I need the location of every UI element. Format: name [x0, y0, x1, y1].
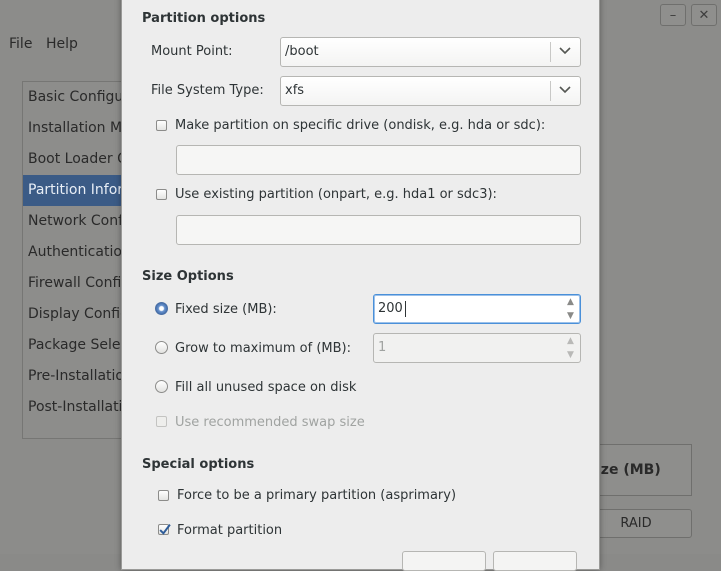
- close-button[interactable]: ✕: [691, 4, 717, 26]
- close-icon: ✕: [698, 7, 710, 23]
- partition-options-dialog: Partition options Mount Point: /boot Fil…: [121, 0, 600, 571]
- mount-point-combo[interactable]: /boot: [280, 37, 581, 67]
- recommended-swap-checkbox[interactable]: [156, 416, 167, 427]
- spin-up-icon[interactable]: ▲: [567, 337, 574, 346]
- spin-down-icon[interactable]: ▼: [567, 351, 574, 360]
- ondisk-field[interactable]: [176, 145, 581, 175]
- fs-type-combo[interactable]: xfs: [280, 76, 581, 106]
- spin-arrows[interactable]: ▲ ▼: [564, 295, 580, 323]
- mount-point-value: /boot: [285, 44, 319, 59]
- grow-value: 1: [378, 340, 387, 355]
- text-caret: [405, 301, 406, 317]
- format-partition-checkbox[interactable]: [158, 524, 171, 535]
- spin-down-icon[interactable]: ▼: [567, 312, 574, 321]
- chevron-down-icon: [559, 47, 571, 55]
- menu-help[interactable]: Help: [46, 36, 78, 52]
- fill-disk-label: Fill all unused space on disk: [175, 380, 357, 395]
- asprimary-label: Force to be a primary partition (asprima…: [177, 488, 457, 503]
- minimize-icon: –: [669, 7, 677, 23]
- mount-point-label: Mount Point:: [151, 44, 233, 59]
- fixed-size-radio[interactable]: [155, 302, 168, 315]
- spin-arrows[interactable]: ▲ ▼: [564, 334, 580, 362]
- fs-type-label: File System Type:: [151, 83, 264, 98]
- onpart-field[interactable]: [176, 215, 581, 245]
- ondisk-label: Make partition on specific drive (ondisk…: [175, 118, 546, 133]
- fill-disk-radio[interactable]: [155, 380, 168, 393]
- minimize-button[interactable]: –: [660, 4, 686, 26]
- fixed-size-value: 200: [378, 301, 403, 316]
- asprimary-checkbox[interactable]: [158, 490, 169, 501]
- combo-separator: [550, 81, 551, 101]
- ondisk-checkbox[interactable]: [156, 120, 167, 131]
- chevron-down-icon: [559, 86, 571, 94]
- combo-separator: [550, 42, 551, 62]
- fixed-size-spinbutton[interactable]: 200 ▲ ▼: [373, 294, 581, 324]
- size-options-title: Size Options: [142, 269, 234, 284]
- ok-button[interactable]: [493, 551, 577, 571]
- grow-spinbutton[interactable]: 1 ▲ ▼: [373, 333, 581, 363]
- partition-options-title: Partition options: [142, 11, 266, 26]
- cancel-button[interactable]: [402, 551, 486, 571]
- fs-type-value: xfs: [285, 83, 305, 98]
- recommended-swap-label: Use recommended swap size: [175, 415, 365, 430]
- fixed-size-label: Fixed size (MB):: [175, 302, 277, 317]
- onpart-checkbox[interactable]: [156, 189, 167, 200]
- spin-up-icon[interactable]: ▲: [567, 298, 574, 307]
- onpart-label: Use existing partition (onpart, e.g. hda…: [175, 187, 497, 202]
- checkmark-icon: [159, 524, 171, 535]
- grow-label: Grow to maximum of (MB):: [175, 341, 351, 356]
- size-column-header: ize (MB): [596, 462, 661, 478]
- menu-file[interactable]: File: [9, 36, 32, 52]
- format-partition-label: Format partition: [177, 523, 283, 538]
- grow-radio[interactable]: [155, 341, 168, 354]
- raid-button-label: RAID: [620, 516, 652, 531]
- special-options-title: Special options: [142, 457, 255, 472]
